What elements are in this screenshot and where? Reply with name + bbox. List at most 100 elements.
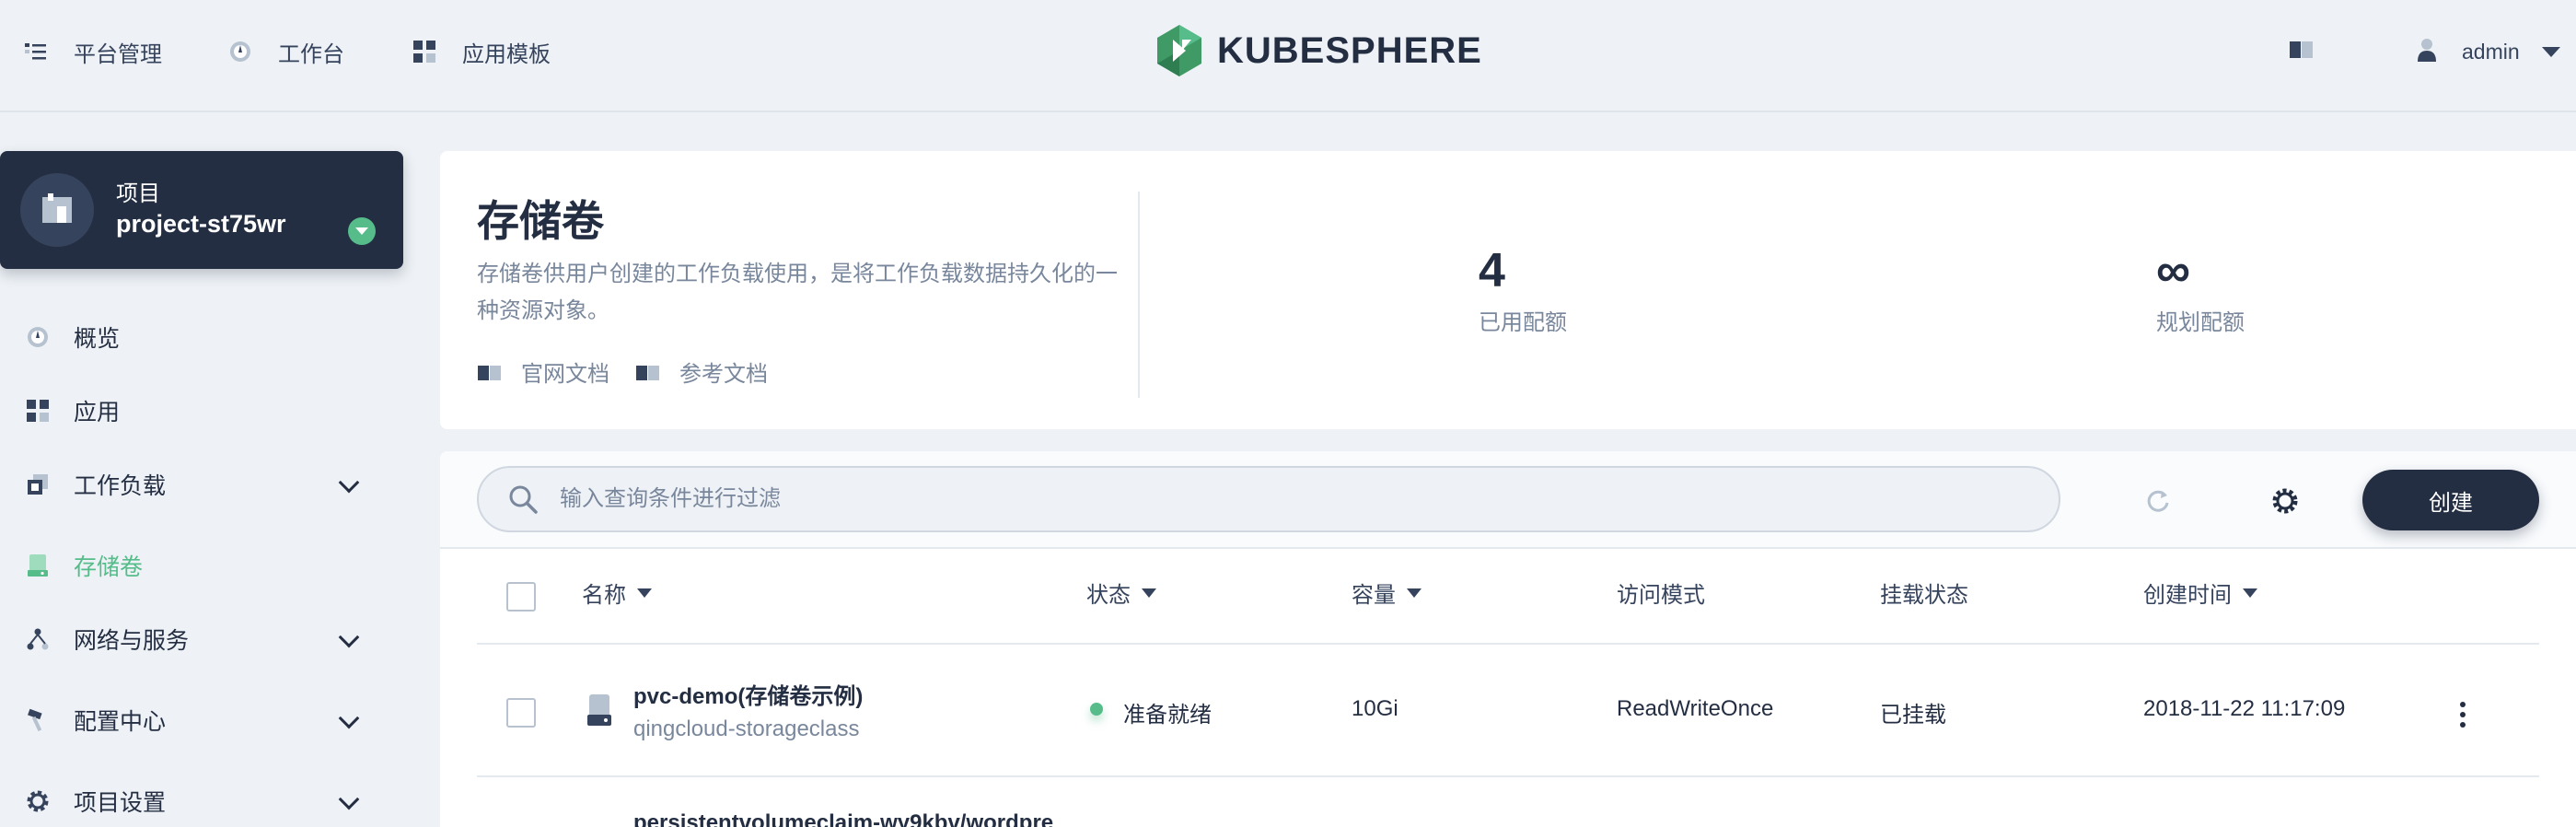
volume-name[interactable]: persistentvolumeclaim-wy9kbv/wordpre	[633, 810, 1053, 827]
sidebar-item-label: 存储卷	[74, 554, 144, 580]
layout-toggle[interactable]	[2289, 33, 2315, 70]
column-label: 挂载状态	[1880, 583, 1968, 608]
chevron-down-icon	[338, 707, 360, 729]
dashboard-icon	[228, 40, 252, 64]
storage-class: qingcloud-storageclass	[633, 716, 860, 741]
sidebar-item-label: 网络与服务	[74, 628, 190, 654]
chevron-down-icon	[338, 472, 360, 494]
nav-workbench[interactable]: 工作台	[228, 33, 344, 70]
book-icon	[635, 363, 661, 381]
kubesphere-logo[interactable]: KUBESPHERE	[1155, 23, 1482, 78]
disk-icon	[586, 693, 613, 734]
project-selector[interactable]: 项目 project-st75wr	[0, 151, 403, 269]
list-icon	[24, 40, 48, 64]
divider	[1138, 192, 1140, 398]
column-header-created[interactable]: 创建时间	[2143, 577, 2257, 609]
storage-icon	[26, 553, 50, 577]
doc-link-label: 参考文档	[679, 362, 768, 387]
page-title: 存储卷	[477, 197, 604, 245]
row-checkbox[interactable]	[506, 698, 536, 728]
column-header-capacity[interactable]: 容量	[1352, 577, 1421, 609]
column-label: 名称	[582, 583, 626, 608]
refresh-icon[interactable]	[2143, 486, 2173, 516]
created-time-value: 2018-11-22 11:17:09	[2143, 696, 2346, 721]
column-label: 访问模式	[1617, 583, 1705, 608]
sidebar-item-overview[interactable]: 概览	[26, 317, 412, 357]
volume-name[interactable]: pvc-demo(存储卷示例)	[633, 678, 863, 710]
create-button[interactable]: 创建	[2362, 470, 2539, 530]
sort-icon	[2243, 588, 2257, 598]
column-header-mount-status: 挂载状态	[1880, 577, 1968, 609]
page-info-card: 存储卷 存储卷供用户创建的工作负载使用，是将工作负载数据持久化的一种资源对象。 …	[440, 151, 2576, 429]
nav-label: 应用模板	[462, 41, 551, 67]
user-icon	[2418, 38, 2436, 66]
doc-link-label: 官网文档	[521, 362, 609, 387]
used-quota-label: 已用配额	[1479, 310, 1567, 335]
sidebar-item-label: 工作负载	[74, 473, 167, 499]
sidebar-item-config[interactable]: 配置中心	[26, 700, 412, 740]
status-text: 准备就绪	[1123, 703, 1212, 728]
sort-icon	[1142, 588, 1156, 598]
dashboard-icon	[26, 325, 50, 349]
page-description: 存储卷供用户创建的工作负载使用，是将工作负载数据持久化的一种资源对象。	[477, 262, 1118, 323]
sidebar-item-label: 配置中心	[74, 709, 167, 735]
book-icon	[477, 363, 503, 381]
gear-icon[interactable]	[2270, 486, 2300, 516]
sidebar-item-volumes[interactable]: 存储卷	[26, 545, 412, 586]
project-name: project-st75wr	[116, 210, 286, 238]
project-avatar	[20, 173, 94, 247]
more-actions-icon[interactable]	[2460, 702, 2467, 732]
sidebar-item-apps[interactable]: 应用	[26, 390, 412, 431]
kubesphere-logo-icon	[1157, 25, 1201, 76]
column-header-name[interactable]: 名称	[582, 577, 652, 609]
sidebar-item-label: 应用	[74, 400, 121, 425]
column-header-access-mode: 访问模式	[1617, 577, 1705, 609]
apps-icon	[412, 40, 436, 64]
reference-docs-link[interactable]: 参考文档	[635, 355, 768, 388]
column-label: 创建时间	[2143, 583, 2232, 608]
sidebar-item-workloads[interactable]: 工作负载	[26, 464, 412, 505]
search-icon	[508, 484, 538, 514]
official-docs-link[interactable]: 官网文档	[477, 355, 609, 388]
sort-icon	[1407, 588, 1421, 598]
planned-quota-value: ∞	[2156, 244, 2191, 297]
logo-text: KUBESPHERE	[1217, 29, 1482, 71]
nav-label: 平台管理	[74, 41, 162, 67]
sidebar-item-network[interactable]: 网络与服务	[26, 619, 412, 659]
username: admin	[2462, 39, 2520, 64]
chevron-down-icon[interactable]	[348, 217, 376, 245]
nav-label: 工作台	[278, 41, 344, 67]
apps-icon	[26, 399, 50, 423]
status-dot	[1090, 703, 1103, 716]
nav-app-templates[interactable]: 应用模板	[412, 33, 551, 70]
top-navigation-bar: 平台管理 工作台 应用模板 KUBESPHERE admin	[0, 0, 2576, 112]
hammer-icon	[26, 708, 50, 732]
project-kind-label: 项目	[116, 181, 160, 206]
select-all-checkbox[interactable]	[506, 582, 536, 612]
capacity-value: 10Gi	[1352, 696, 1398, 721]
sidebar-item-label: 项目设置	[74, 790, 167, 816]
gear-icon	[26, 789, 50, 813]
table-toolbar: 创建	[440, 451, 2576, 549]
volumes-table-card: 创建 名称 状态 容量 访问模式 挂载状态 创建时间 pvc-demo(存储卷示…	[440, 451, 2576, 827]
project-icon	[42, 193, 72, 223]
access-mode-value: ReadWriteOnce	[1617, 696, 1774, 721]
sort-icon	[637, 588, 652, 598]
column-label: 状态	[1086, 583, 1131, 608]
user-menu[interactable]: admin	[2418, 33, 2560, 70]
search-bar[interactable]	[477, 466, 2060, 532]
sidebar-item-project-settings[interactable]: 项目设置	[26, 781, 412, 821]
sidebar-item-label: 概览	[74, 326, 121, 352]
chevron-down-icon	[338, 788, 360, 810]
column-header-status[interactable]: 状态	[1086, 577, 1156, 609]
nav-platform-management[interactable]: 平台管理	[24, 33, 162, 70]
mount-status-value: 已挂载	[1880, 703, 1946, 728]
chevron-down-icon	[338, 626, 360, 648]
chevron-down-icon	[2541, 46, 2560, 57]
header-divider	[477, 643, 2539, 645]
search-input[interactable]	[560, 486, 1941, 512]
planned-quota-label: 规划配额	[2156, 310, 2245, 335]
panel-icon	[2289, 40, 2315, 64]
column-label: 容量	[1352, 583, 1396, 608]
used-quota-value: 4	[1479, 244, 1505, 297]
